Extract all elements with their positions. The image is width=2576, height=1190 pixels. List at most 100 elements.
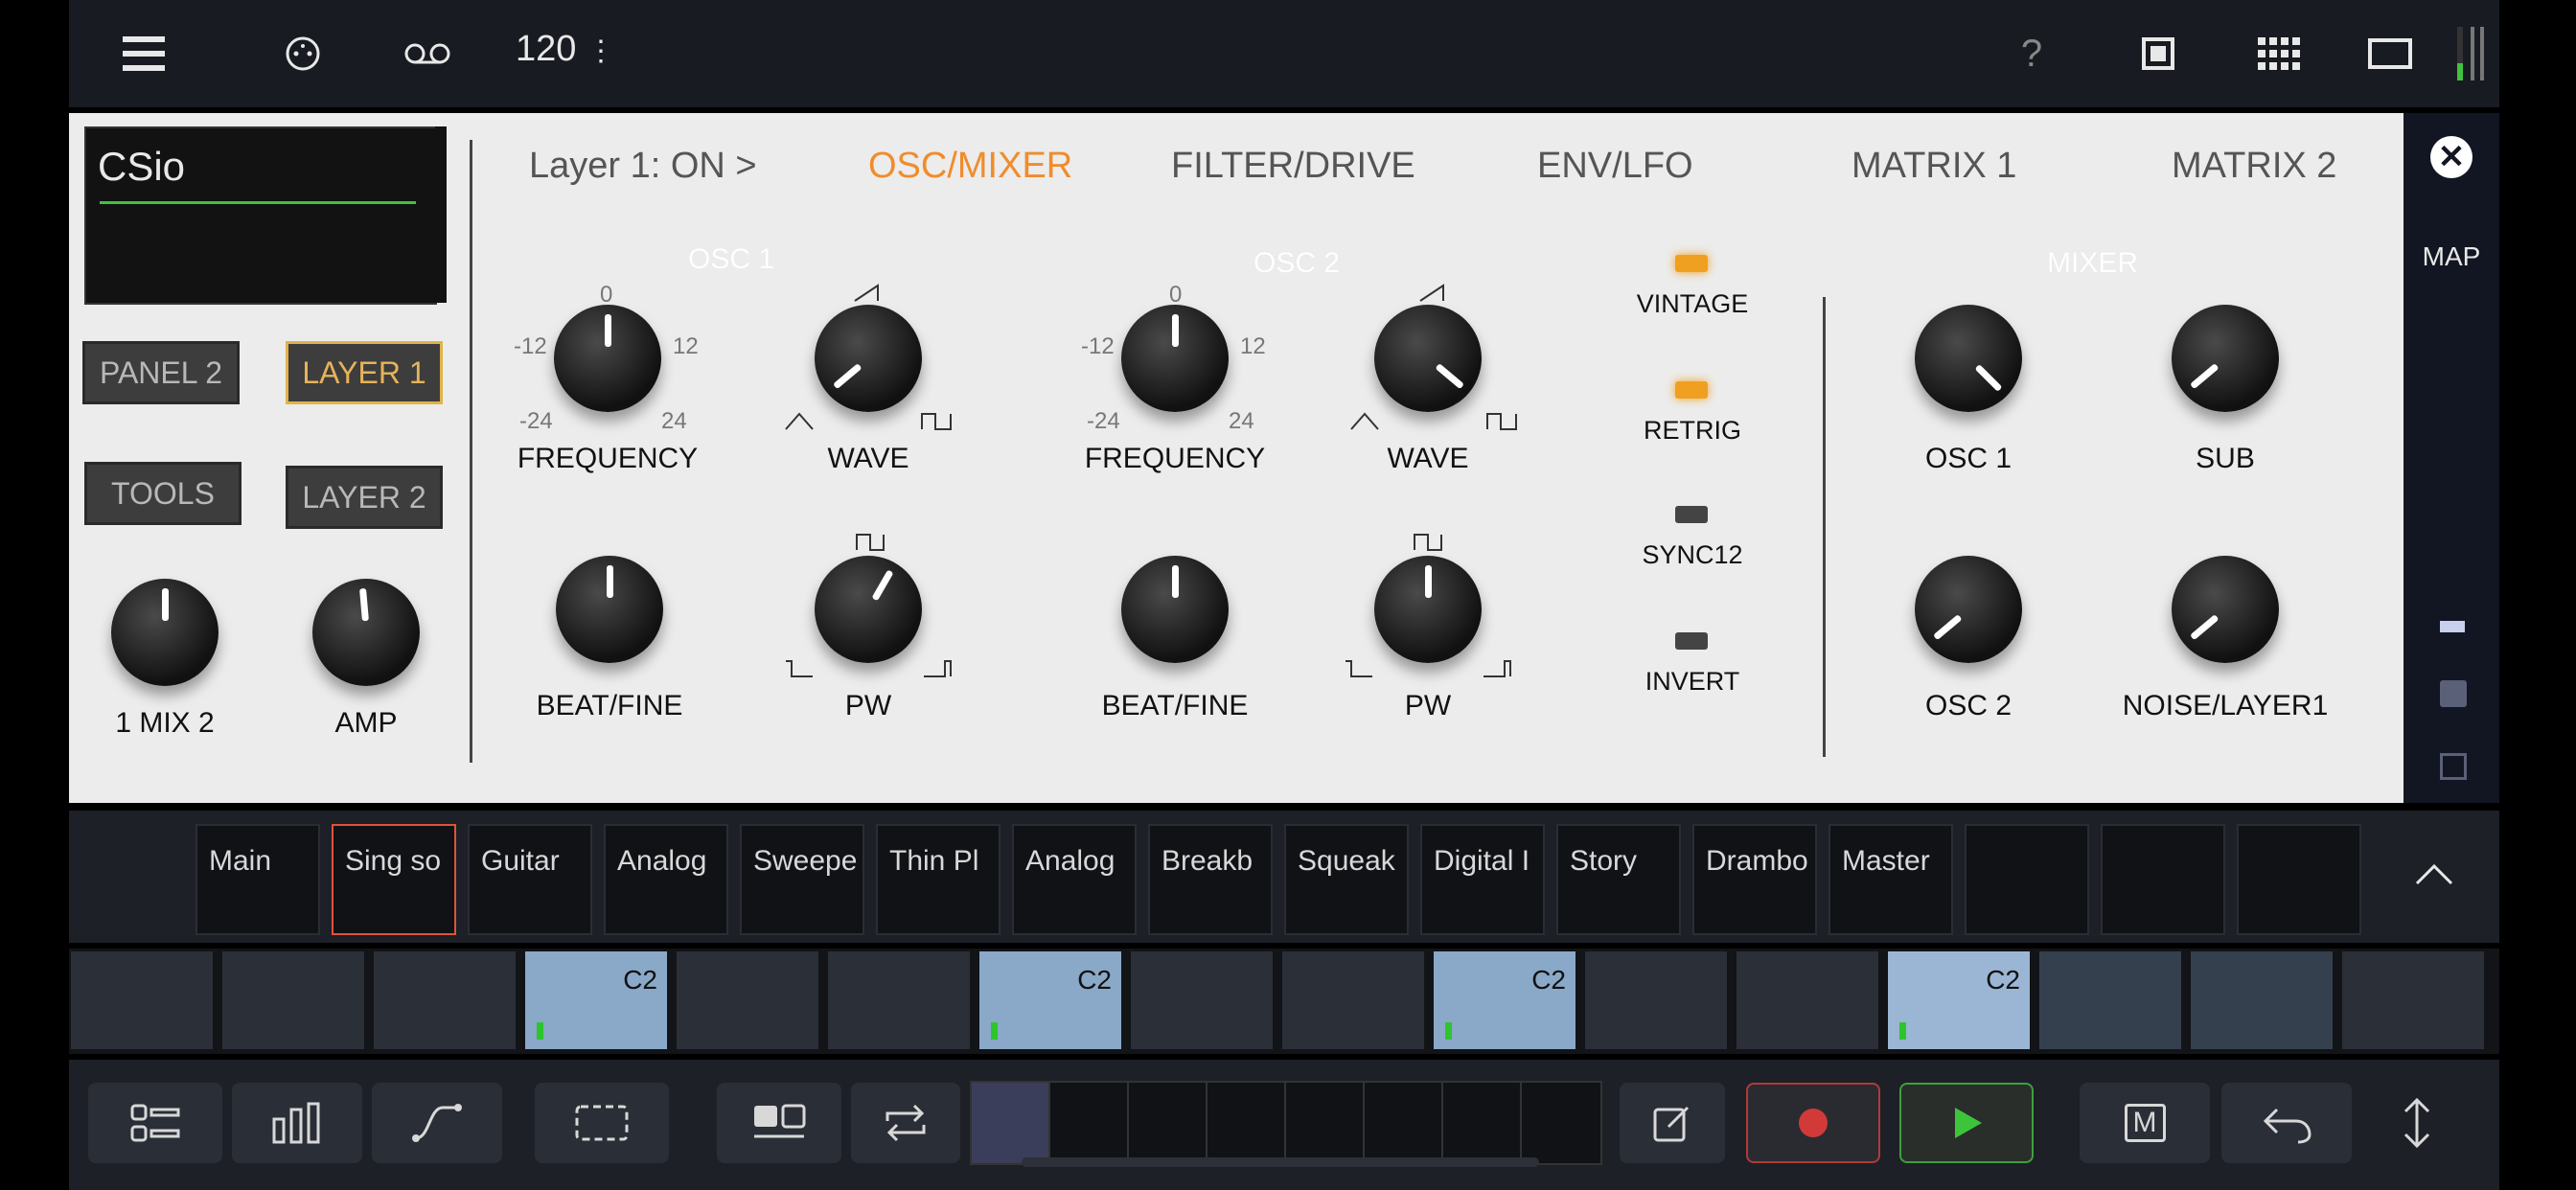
clip-view-button[interactable] (717, 1083, 841, 1163)
pattern-slot[interactable] (2101, 824, 2225, 935)
view-mode-1-icon[interactable] (2440, 621, 2465, 632)
vertical-arrows-icon (2404, 1097, 2430, 1149)
osc2-wave-knob[interactable] (1374, 305, 1482, 412)
osc1-frequency-knob[interactable] (554, 305, 661, 412)
metronome-button[interactable]: M (2080, 1083, 2210, 1163)
step-cell[interactable] (222, 951, 364, 1049)
pattern-slot[interactable]: Guitar (468, 824, 592, 935)
view-mode-3-icon[interactable] (2440, 753, 2467, 780)
mixer-view-button[interactable] (232, 1083, 362, 1163)
fullscreen-icon[interactable] (2361, 27, 2419, 80)
step-cell[interactable] (374, 951, 516, 1049)
timeline-scrollbar[interactable] (1022, 1157, 1539, 1167)
pulse-narrow-icon (1484, 660, 1511, 677)
layer2-button[interactable]: LAYER 2 (286, 466, 443, 529)
osc2-beat-fine-knob[interactable] (1121, 556, 1229, 663)
pattern-slot[interactable]: Drambo (1692, 824, 1817, 935)
amp-knob[interactable] (312, 579, 420, 686)
pattern-slot[interactable]: Analog (1012, 824, 1137, 935)
tracks-view-button[interactable] (88, 1083, 222, 1163)
osc1-wave-knob[interactable] (815, 305, 922, 412)
mix-knob[interactable] (111, 579, 218, 686)
map-button[interactable]: MAP (2404, 241, 2499, 272)
step-cell[interactable] (1282, 951, 1424, 1049)
pattern-slot[interactable]: Sweepe (740, 824, 864, 935)
tools-button[interactable]: TOOLS (84, 462, 242, 525)
step-cell[interactable] (677, 951, 818, 1049)
osc2-pw-knob[interactable] (1374, 556, 1482, 663)
timeline-scrubber[interactable] (970, 1081, 1602, 1167)
step-cell[interactable]: C2 (1888, 951, 2030, 1049)
step-cell[interactable] (1585, 951, 1727, 1049)
step-sequencer: C2 C2 C2 C2 (69, 949, 2499, 1054)
tab-layer1[interactable]: Layer 1: ON > (529, 146, 757, 187)
tab-matrix2[interactable]: MATRIX 2 (2172, 146, 2336, 187)
step-cell[interactable]: C2 (1434, 951, 1576, 1049)
step-cell[interactable]: C2 (525, 951, 667, 1049)
osc2-frequency-knob[interactable] (1121, 305, 1229, 412)
layer1-button[interactable]: LAYER 1 (286, 341, 443, 404)
record-icon (1799, 1109, 1828, 1137)
step-cell[interactable] (71, 951, 213, 1049)
help-icon[interactable]: ? (2003, 27, 2060, 80)
step-note: C2 (1077, 965, 1112, 995)
step-cell[interactable] (2342, 951, 2484, 1049)
pattern-slot[interactable]: Sing so (332, 824, 456, 935)
record-button[interactable] (1746, 1083, 1880, 1163)
undo-button[interactable] (2221, 1083, 2352, 1163)
pattern-slot[interactable]: Master (1828, 824, 1953, 935)
loop-button[interactable] (851, 1083, 960, 1163)
pattern-slot[interactable] (2237, 824, 2361, 935)
preset-scrollbar[interactable] (435, 126, 447, 303)
preset-display[interactable]: CSio (84, 126, 437, 305)
window-icon[interactable] (2129, 27, 2187, 80)
tab-filter-drive[interactable]: FILTER/DRIVE (1171, 146, 1415, 187)
tab-env-lfo[interactable]: ENV/LFO (1537, 146, 1693, 187)
tape-record-icon[interactable] (399, 27, 456, 80)
pattern-slot[interactable] (1965, 824, 2089, 935)
play-button[interactable] (1899, 1083, 2034, 1163)
saw-wave-icon (1419, 284, 1444, 302)
step-cell[interactable]: C2 (979, 951, 1121, 1049)
loop-icon (886, 1104, 926, 1142)
vintage-led[interactable] (1675, 255, 1708, 272)
pattern-slot[interactable]: Story (1556, 824, 1681, 935)
sync12-led[interactable] (1675, 506, 1708, 523)
step-cell[interactable] (828, 951, 970, 1049)
pattern-slot[interactable]: Analog (604, 824, 728, 935)
pattern-slot[interactable]: Squeak (1284, 824, 1409, 935)
step-cell[interactable] (2191, 951, 2333, 1049)
panel2-button[interactable]: PANEL 2 (82, 341, 240, 404)
tempo-display[interactable]: 120 ⋮ (516, 29, 615, 70)
edit-button[interactable] (1620, 1083, 1725, 1163)
automation-button[interactable] (372, 1083, 502, 1163)
mixer-osc2-knob[interactable] (1915, 556, 2022, 663)
pattern-slot[interactable]: Digital I (1420, 824, 1545, 935)
mixer-sub-label: SUB (2196, 443, 2255, 474)
mixer-noise-knob[interactable] (2172, 556, 2279, 663)
tab-matrix1[interactable]: MATRIX 1 (1852, 146, 2016, 187)
pattern-slot[interactable]: Main (196, 824, 320, 935)
osc1-pw-knob[interactable] (815, 556, 922, 663)
step-cell[interactable] (2039, 951, 2181, 1049)
pattern-slot[interactable]: Breakb (1148, 824, 1273, 935)
retrig-led[interactable] (1675, 381, 1708, 399)
selection-button[interactable] (535, 1083, 669, 1163)
pattern-slot[interactable]: Thin Pl (876, 824, 1000, 935)
osc1-section-label: OSC 1 (688, 243, 775, 275)
midi-icon[interactable] (274, 27, 332, 80)
step-cell[interactable] (1736, 951, 1878, 1049)
osc1-wave-label: WAVE (827, 443, 909, 474)
mixer-sub-knob[interactable] (2172, 305, 2279, 412)
invert-led[interactable] (1675, 632, 1708, 650)
view-mode-2-icon[interactable] (2440, 680, 2467, 707)
tab-osc-mixer[interactable]: OSC/MIXER (868, 146, 1072, 187)
step-cell[interactable] (1131, 951, 1273, 1049)
grid-icon[interactable] (2250, 27, 2308, 80)
chevron-up-icon[interactable] (2413, 860, 2455, 887)
menu-icon[interactable] (115, 27, 172, 80)
osc1-beat-fine-knob[interactable] (556, 556, 663, 663)
mixer-osc1-knob[interactable] (1915, 305, 2022, 412)
close-icon[interactable]: ✕ (2430, 136, 2472, 178)
resize-button[interactable] (2369, 1083, 2465, 1163)
